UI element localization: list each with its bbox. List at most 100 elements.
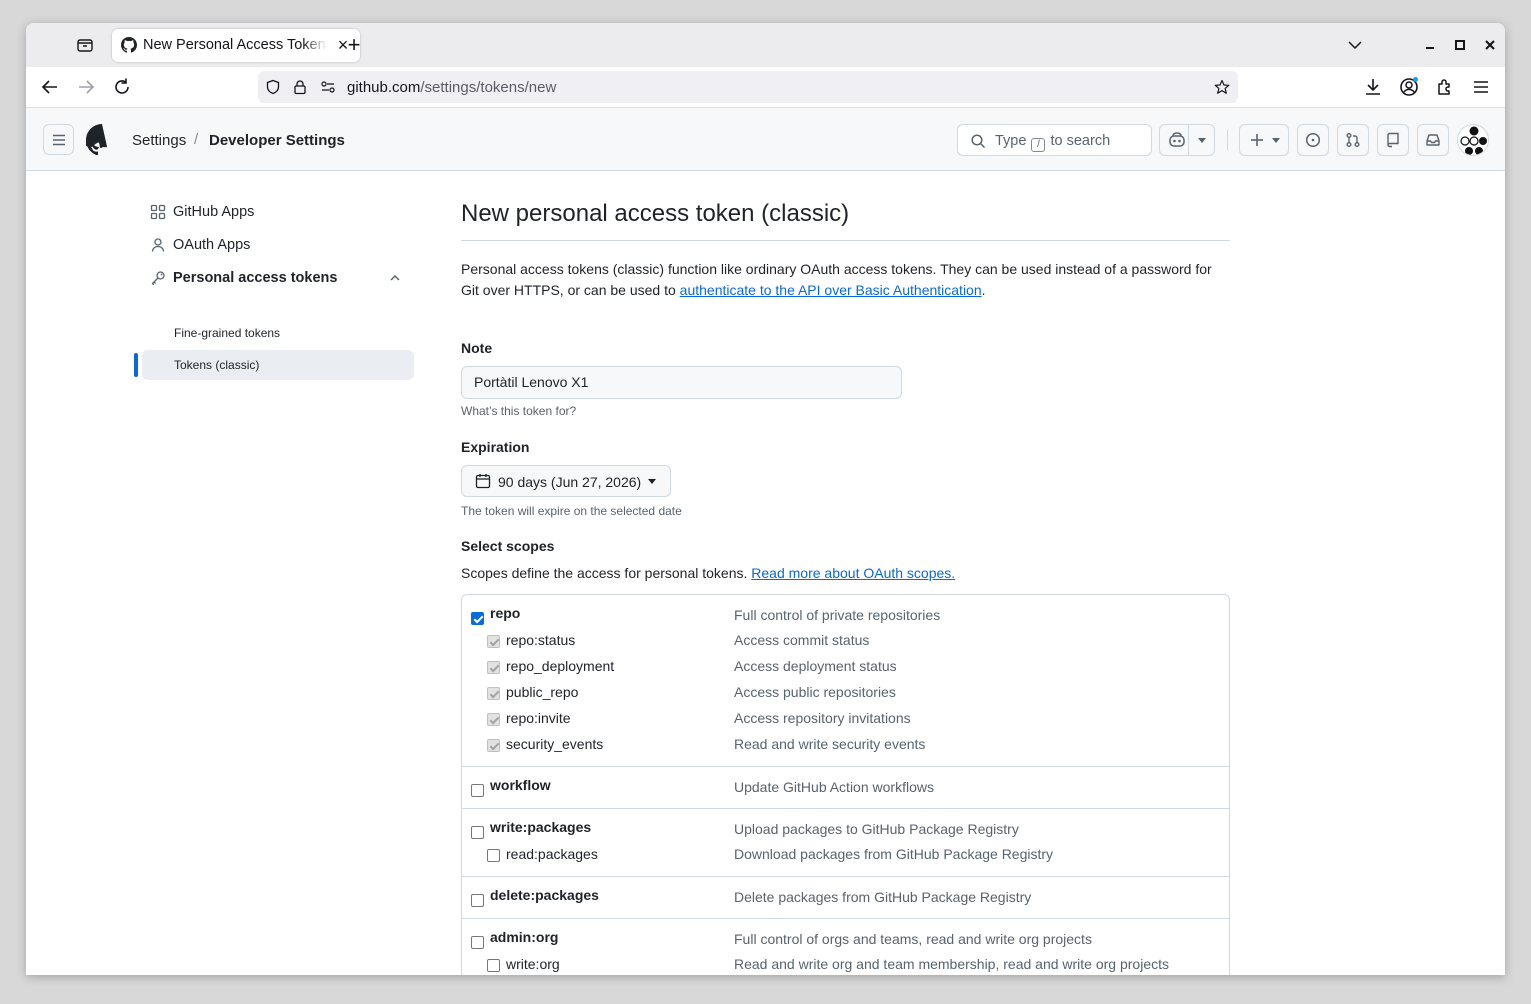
scope-name: admin:org — [490, 929, 559, 945]
expiration-value: 90 days (Jun 27, 2026) — [498, 474, 642, 490]
issues-button[interactable] — [1297, 124, 1329, 156]
maximize-icon[interactable] — [1450, 35, 1470, 55]
scopes-list: repo Full control of private repositories… — [461, 594, 1230, 975]
sidebar-item-github-apps[interactable]: GitHub Apps — [136, 196, 416, 228]
arrow-left-icon[interactable] — [39, 76, 61, 98]
scope-description: Access repository invitations — [734, 710, 911, 726]
tab-title: New Personal Access Token — [143, 37, 327, 53]
browser-tab-active[interactable]: New Personal Access Token × — [112, 29, 360, 62]
arrow-right-icon[interactable] — [75, 76, 97, 98]
copilot-button[interactable] — [1159, 124, 1215, 156]
scope-name: security_events — [506, 736, 604, 752]
search-type-text: Type — [995, 133, 1027, 149]
scope-description: Read and write org and team membership, … — [734, 956, 1169, 972]
scope-name: public_repo — [506, 684, 579, 700]
inbox-icon — [1426, 134, 1440, 146]
lock-icon[interactable] — [292, 79, 308, 95]
avatar[interactable] — [1457, 124, 1489, 156]
scope-group-delete-packages: delete:packages Delete packages from GitH… — [462, 877, 1229, 919]
scope-checkbox[interactable] — [471, 936, 484, 949]
note-field[interactable]: Portàtil Lenovo X1 — [461, 366, 902, 399]
scopes-desc-text: Scopes define the access for personal to… — [461, 565, 752, 581]
search-shortcut-key: / — [1031, 138, 1046, 152]
key-icon — [151, 271, 165, 286]
scope-name: repo — [490, 605, 521, 621]
scope-checkbox[interactable] — [487, 739, 500, 752]
sidebar-item-personal-access-tokens[interactable]: Personal access tokens — [136, 262, 416, 294]
expiration-select[interactable]: 90 days (Jun 27, 2026) — [461, 465, 671, 497]
create-new-button[interactable] — [1239, 124, 1289, 156]
reload-icon[interactable] — [111, 76, 133, 98]
github-favicon-icon — [121, 37, 137, 53]
breadcrumb-settings[interactable]: Settings — [132, 132, 186, 149]
github-header: Settings / Developer Settings Type / to … — [26, 108, 1505, 171]
sidebar-subitem-fine-grained-tokens[interactable]: Fine-grained tokens — [142, 318, 414, 348]
scope-checkbox[interactable] — [471, 894, 484, 907]
url-bar[interactable]: github.com/settings/tokens/new — [258, 71, 1238, 103]
tab-list-icon[interactable] — [75, 35, 95, 55]
scope-row: write:org Read and write org and team mem… — [462, 953, 1229, 975]
url-text[interactable]: github.com/settings/tokens/new — [347, 79, 556, 96]
download-icon[interactable] — [1362, 76, 1384, 98]
github-logo-icon[interactable] — [86, 124, 118, 156]
breadcrumb-separator: / — [194, 131, 199, 148]
scope-description: Access deployment status — [734, 658, 897, 674]
scopes-description: Scopes define the access for personal to… — [461, 565, 955, 581]
note-label: Note — [461, 340, 493, 356]
shield-icon[interactable] — [265, 79, 281, 95]
scope-name: write:org — [506, 956, 560, 972]
scope-description: Delete packages from GitHub Package Regi… — [734, 889, 1032, 905]
scope-checkbox[interactable] — [487, 713, 500, 726]
notifications-button[interactable] — [1417, 124, 1449, 156]
plus-icon[interactable]: + — [344, 34, 364, 56]
repositories-button[interactable] — [1377, 124, 1409, 156]
scope-description: Update GitHub Action workflows — [734, 779, 934, 795]
scopes-label: Select scopes — [461, 538, 555, 554]
scope-checkbox[interactable] — [471, 612, 484, 625]
sidebar-subitem-tokens-classic[interactable]: Tokens (classic) — [142, 350, 414, 380]
menu-icon[interactable] — [1470, 76, 1492, 98]
account-icon[interactable] — [1398, 76, 1420, 98]
scope-checkbox[interactable] — [487, 687, 500, 700]
scope-row: repo:invite Access repository invitations — [462, 707, 1229, 733]
page-title: New personal access token (classic) — [461, 200, 850, 227]
issue-opened-icon — [1305, 132, 1321, 148]
tab-strip: New Personal Access Token × + — [26, 23, 1505, 67]
divider — [461, 240, 1230, 241]
caret-down-icon — [648, 479, 656, 484]
open-global-nav-button[interactable] — [43, 124, 74, 155]
scope-checkbox[interactable] — [487, 635, 500, 648]
repo-icon — [1387, 132, 1399, 148]
breadcrumb-developer-settings[interactable]: Developer Settings — [209, 132, 345, 149]
window-close-icon[interactable] — [1480, 35, 1500, 55]
scope-row: repo_deployment Access deployment status — [462, 655, 1229, 681]
browser-window: New Personal Access Token × + github.com… — [26, 23, 1505, 975]
oauth-scopes-link[interactable]: Read more about OAuth scopes. — [751, 565, 955, 581]
basic-auth-link[interactable]: authenticate to the API over Basic Authe… — [680, 282, 982, 298]
scope-row: write:packages Upload packages to GitHub … — [462, 817, 1229, 843]
scope-checkbox[interactable] — [487, 959, 500, 972]
puzzle-icon[interactable] — [1434, 76, 1456, 98]
star-icon[interactable] — [1214, 79, 1230, 95]
sidebar-item-oauth-apps[interactable]: OAuth Apps — [136, 229, 416, 261]
search-rest-text: to search — [1050, 133, 1111, 149]
pull-requests-button[interactable] — [1337, 124, 1369, 156]
search-placeholder: Type / to search — [995, 133, 1110, 152]
apps-icon — [150, 204, 166, 220]
identicon-icon — [1460, 126, 1487, 155]
permissions-icon[interactable] — [320, 79, 336, 95]
scope-checkbox[interactable] — [487, 849, 500, 862]
search-input[interactable]: Type / to search — [957, 124, 1152, 156]
chevron-down-icon[interactable] — [1345, 35, 1365, 55]
scope-group-workflow: workflow Update GitHub Action workflows — [462, 767, 1229, 809]
scope-description: Download packages from GitHub Package Re… — [734, 846, 1054, 862]
plus-icon — [1251, 134, 1263, 146]
scope-checkbox[interactable] — [487, 661, 500, 674]
search-icon — [971, 134, 986, 149]
scope-name: delete:packages — [490, 887, 599, 903]
note-hint: What’s this token for? — [461, 404, 577, 418]
intro-paragraph: Personal access tokens (classic) functio… — [461, 259, 1230, 301]
minimize-icon[interactable] — [1420, 35, 1440, 55]
scope-checkbox[interactable] — [471, 784, 484, 797]
scope-checkbox[interactable] — [471, 826, 484, 839]
